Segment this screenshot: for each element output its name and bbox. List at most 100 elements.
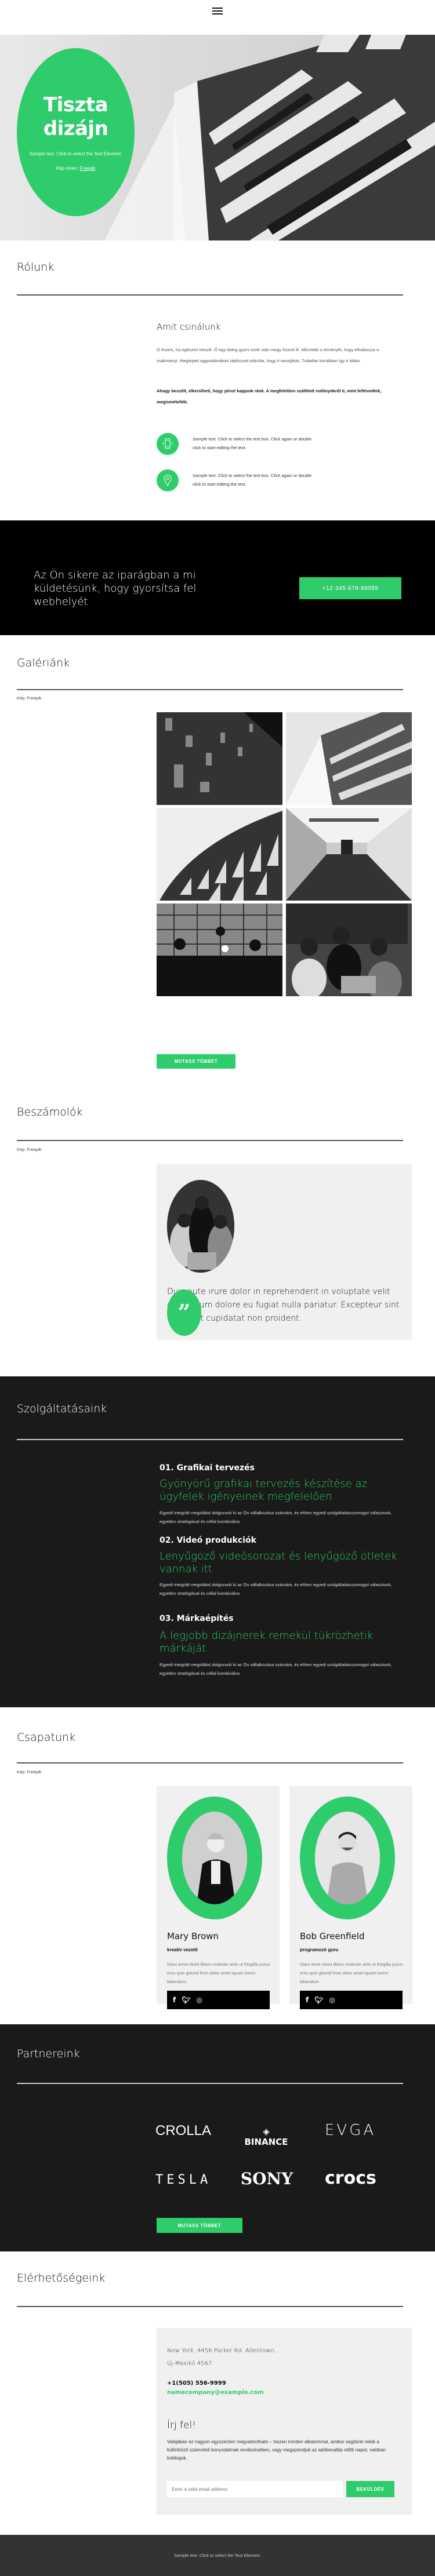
hero-section: Tiszta dizájn Sample text. Click to sele… xyxy=(0,35,435,241)
team-avatar-ring xyxy=(300,1797,395,1919)
contact-title: Elérhetőségeink xyxy=(17,2272,106,2284)
service-body: Egyedi integrált megoldást dolgozunk ki … xyxy=(160,1510,392,1524)
site-header xyxy=(0,0,435,35)
gallery-image-three-women-laptop[interactable] xyxy=(286,903,412,996)
team-member-role: kreatív vezető xyxy=(167,1947,198,1952)
contact-email[interactable]: namecompany@example.com xyxy=(167,2389,264,2396)
submit-button[interactable]: BEKÜLDÉS xyxy=(346,2481,394,2497)
facebook-icon[interactable]: f xyxy=(306,1996,309,2004)
partner-logo-binance-text: BINANCE xyxy=(244,2137,288,2147)
feature-item: Sample text. Click to select the text bo… xyxy=(157,469,400,493)
partners-section: Partnereink CROLLA ◈ BINANCE EVGA TESLA … xyxy=(0,2024,435,2251)
gallery-image-white-balconies[interactable] xyxy=(286,712,412,805)
testimonial-avatar xyxy=(167,1180,234,1273)
address-line1: New York, 4456 Parker Rd. Allentown, xyxy=(167,2348,276,2354)
contact-phone[interactable]: +1(505) 556-9999 xyxy=(167,2380,226,2386)
gallery-image-sawtooth-facade[interactable] xyxy=(157,808,282,901)
team-member-bio: Glavi amet ritnisl libero molestie ante … xyxy=(167,1962,270,1984)
hero-credit-prefix: Kép innen: xyxy=(56,165,80,171)
footer: Sample text. Click to select the Text El… xyxy=(0,2535,435,2576)
feature-text: Sample text. Click to select the text bo… xyxy=(193,436,312,450)
service-headline: Gyönyörű grafikai tervezés készítése az … xyxy=(160,1478,367,1503)
team-divider xyxy=(17,1762,403,1764)
about-bold-paragraph: Ahogy beszélt, elkerülheti, hogy pénzt k… xyxy=(157,388,382,405)
testimonials-divider xyxy=(17,1140,403,1141)
hero-credit: Kép innen: Freepik xyxy=(56,166,95,171)
gallery-image-office-silhouettes[interactable] xyxy=(157,903,282,996)
signup-text: Valójában ez nagyon egyszerűen megvalósí… xyxy=(167,2439,386,2461)
feature-text: Sample text. Click to select the text bo… xyxy=(193,473,312,487)
team-credit: Kép: Freepik xyxy=(17,1769,42,1775)
service-body: Egyedi integrált megoldást dolgozunk ki … xyxy=(160,1662,392,1676)
smartphone-icon xyxy=(157,433,179,455)
service-body: Egyedi integrált megoldást dolgozunk ki … xyxy=(160,1582,392,1596)
twitter-icon[interactable]: 🐦︎ xyxy=(182,1996,190,2004)
quote-icon: ” xyxy=(167,1289,201,1336)
partner-logo-sony: SONY xyxy=(240,2169,293,2188)
services-divider xyxy=(17,1439,403,1440)
partner-logo-evga: EVGA xyxy=(325,2122,376,2139)
services-title: Szolgáltatásaink xyxy=(17,1402,107,1415)
service-number: 01. Grafikai tervezés xyxy=(160,1463,255,1473)
social-bar: f 🐦︎ ◎ xyxy=(167,1991,270,2009)
team-title: Csapatunk xyxy=(17,1731,76,1744)
partners-divider xyxy=(17,2083,403,2084)
gallery-title: Galériánk xyxy=(17,657,70,669)
gallery-image-corridor[interactable] xyxy=(286,808,412,901)
freepik-link[interactable]: Freepik xyxy=(79,166,95,171)
gallery-divider xyxy=(17,689,403,690)
service-headline: Lenyűgöző videósorozat és lenyűgöző ötle… xyxy=(160,1550,397,1575)
service-number: 02. Videó produkciók xyxy=(160,1536,256,1545)
signup-heading: Írj fel! xyxy=(167,2420,197,2431)
team-member-role: programozó guru xyxy=(300,1947,339,1952)
testimonial-quote: Duis aute irure dolor in reprehenderit i… xyxy=(167,1287,400,1323)
about-title: Rólunk xyxy=(17,261,55,274)
team-member-name: Mary Brown xyxy=(167,1931,219,1941)
about-paragraph: Ó érzem, ha egészen tetszik. Ő egy dolog… xyxy=(157,347,379,363)
email-input[interactable] xyxy=(167,2481,343,2497)
team-card: Bob Greenfield programozó guru Glavi ame… xyxy=(289,1786,412,2009)
service-headline: A legjobb dizájnerek remekül tükrözhetik… xyxy=(160,1630,374,1655)
team-avatar xyxy=(315,1812,380,1904)
contact-card: New York, 4456 Parker Rd. Allentown, Új-… xyxy=(157,2328,412,2515)
partner-logo-tesla: TESLA xyxy=(155,2173,212,2187)
gallery-credit: Kép: Freepik xyxy=(17,695,42,701)
about-heading: Amit csinálunk xyxy=(157,322,221,332)
cta-banner: Az Ön sikere az iparágban a mi küldetésü… xyxy=(0,520,435,635)
partner-logo-crolla: CROLLA xyxy=(155,2123,212,2138)
facebook-icon[interactable]: f xyxy=(173,1996,176,2004)
partner-logo-crocs: crocs xyxy=(325,2168,376,2188)
team-member-name: Bob Greenfield xyxy=(300,1931,365,1941)
social-bar: f 🐦︎ ◎ xyxy=(300,1991,403,2009)
partners-show-more-button[interactable]: MUTASS TÖBBET xyxy=(157,2218,242,2233)
footer-text: Sample text. Click to select the Text El… xyxy=(174,2553,261,2558)
testimonials-title: Beszámolók xyxy=(17,1106,83,1118)
phone-button[interactable]: +12-345-678-89089 xyxy=(299,577,401,599)
instagram-icon[interactable]: ◎ xyxy=(329,1996,335,2004)
about-divider xyxy=(17,294,403,296)
hero-title-line2: dizájn xyxy=(43,117,108,140)
team-avatar xyxy=(182,1812,247,1904)
hamburger-icon[interactable] xyxy=(212,6,223,16)
hero-title-line1: Tiszta xyxy=(43,93,108,117)
address-line2: Új-Mexikó 4567 xyxy=(167,2360,212,2367)
map-pin-icon xyxy=(157,469,179,491)
hero-subtitle: Sample text. Click to select the Text El… xyxy=(29,151,122,156)
feature-item: Sample text. Click to select the text bo… xyxy=(157,433,400,456)
gallery-image-dark-facade[interactable] xyxy=(157,712,282,805)
cta-text: Az Ön sikere az iparágban a mi küldetésü… xyxy=(34,569,197,608)
team-card: Mary Brown kreatív vezető Glavi amet rit… xyxy=(157,1786,280,2009)
hero-title: Tiszta dizájn xyxy=(44,93,108,141)
team-avatar-ring xyxy=(167,1797,262,1919)
twitter-icon[interactable]: 🐦︎ xyxy=(314,1996,323,2004)
testimonials-credit: Kép: Freepik xyxy=(17,1147,42,1152)
hero-circle: Tiszta dizájn Sample text. Click to sele… xyxy=(17,48,135,216)
contact-divider xyxy=(17,2306,403,2307)
team-member-bio: Glavi amet ritnisl libero molestie ante … xyxy=(300,1962,403,1984)
gallery-show-more-button[interactable]: MUTASS TÖBBET xyxy=(157,1054,235,1069)
partner-logo-binance: ◈ BINANCE xyxy=(244,2126,288,2147)
services-section: Szolgáltatásaink 01. Grafikai tervezés G… xyxy=(0,1376,435,1707)
service-number: 03. Márkaépítés xyxy=(160,1614,234,1623)
partners-title: Partnereink xyxy=(17,2047,80,2060)
instagram-icon[interactable]: ◎ xyxy=(196,1996,202,2004)
